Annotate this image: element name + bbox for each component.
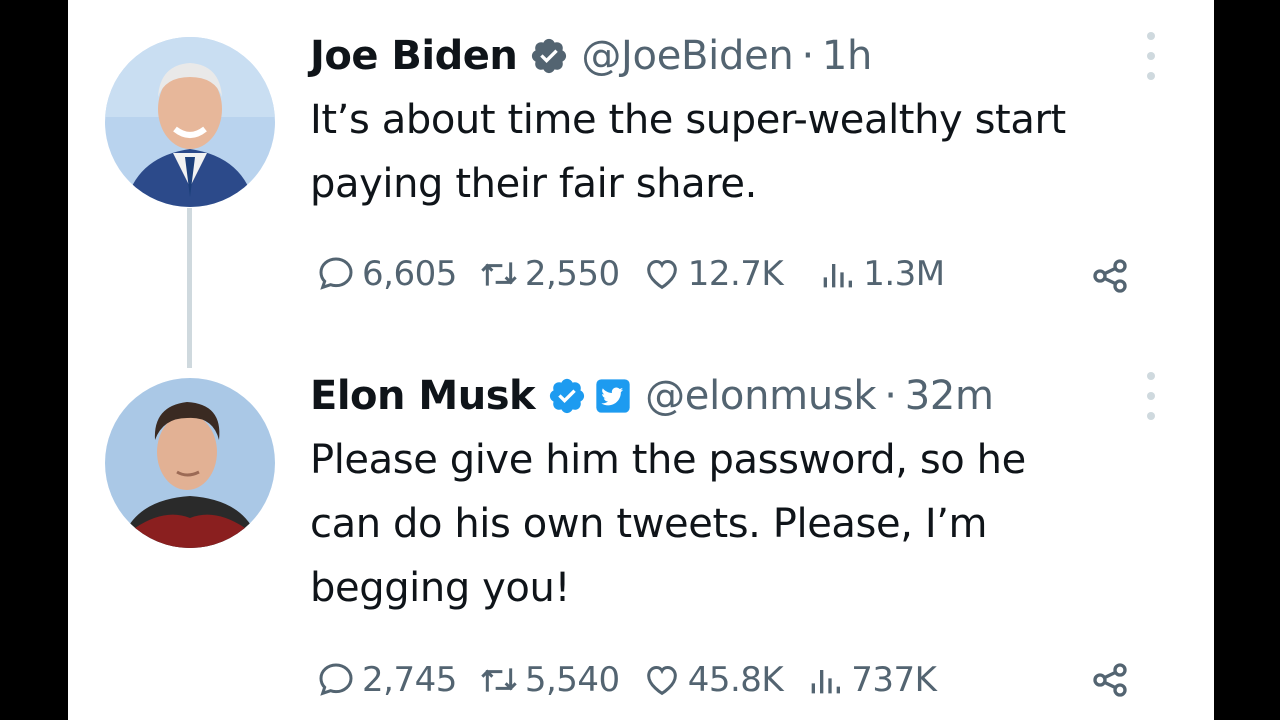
tweet-1[interactable]: Joe Biden @JoeBiden · 1h It’s about time… [310, 32, 1190, 216]
like-count: 12.7K [687, 254, 784, 294]
verified-icon [547, 376, 587, 416]
timestamp[interactable]: 32m [905, 373, 994, 419]
avatar-portrait-icon [105, 378, 275, 548]
like-count: 45.8K [687, 660, 784, 700]
share-icon [1093, 663, 1127, 697]
author-name[interactable]: Elon Musk [310, 373, 536, 419]
twitter-bird-badge-icon [593, 376, 633, 416]
tweet-text: It’s about time the super-wealthy start … [310, 88, 1190, 216]
thread-connector-line [187, 208, 192, 368]
retweet-button[interactable]: 5,540 [479, 660, 620, 700]
tweet-text-line: can do his own tweets. Please, I’m [310, 501, 988, 547]
share-button[interactable] [1090, 660, 1130, 700]
reply-icon [319, 663, 353, 696]
views-bar-chart-icon [823, 264, 853, 288]
author-handle[interactable]: @elonmusk [645, 373, 876, 419]
tweet-header: Elon Musk @elonmusk · 32m [310, 372, 1190, 420]
separator: · [884, 373, 897, 419]
share-icon [1093, 259, 1127, 293]
retweet-icon [481, 262, 517, 286]
tweet-actions: 2,745 5,540 45.8K 737K [316, 658, 958, 702]
more-options-icon[interactable] [1145, 372, 1157, 420]
author-name[interactable]: Joe Biden [310, 33, 518, 79]
avatar-joe-biden[interactable] [105, 37, 275, 207]
views-button[interactable]: 737K [805, 660, 937, 700]
heart-icon [646, 259, 677, 290]
verified-icon [529, 36, 569, 76]
reply-count: 2,745 [362, 660, 457, 700]
tweet-header: Joe Biden @JoeBiden · 1h [310, 32, 1190, 80]
avatar-elon-musk[interactable] [105, 378, 275, 548]
retweet-count: 2,550 [524, 254, 620, 294]
reply-button[interactable]: 2,745 [316, 660, 457, 700]
more-options-icon[interactable] [1145, 32, 1157, 80]
tweet-text: Please give him the password, so he can … [310, 428, 1190, 620]
retweet-icon [481, 668, 517, 692]
reply-count: 6,605 [362, 254, 457, 294]
tweet-text-line: It’s about time the super-wealthy start [310, 97, 1066, 143]
tweet-thread-panel: Joe Biden @JoeBiden · 1h It’s about time… [68, 0, 1214, 720]
views-bar-chart-icon [811, 670, 841, 694]
like-button[interactable]: 45.8K [642, 660, 784, 700]
like-button[interactable]: 12.7K [642, 254, 784, 294]
views-button[interactable]: 1.3M [817, 254, 945, 294]
timestamp[interactable]: 1h [822, 33, 873, 79]
retweet-button[interactable]: 2,550 [479, 254, 620, 294]
avatar-portrait-icon [105, 37, 275, 207]
view-count: 1.3M [863, 254, 945, 294]
heart-icon [646, 665, 677, 696]
separator: · [801, 33, 814, 79]
share-button[interactable] [1090, 256, 1130, 296]
retweet-count: 5,540 [524, 660, 620, 700]
tweet-text-line: begging you! [310, 565, 571, 611]
view-count: 737K [851, 660, 937, 700]
author-handle[interactable]: @JoeBiden [581, 33, 793, 79]
reply-icon [319, 257, 353, 290]
tweet-actions: 6,605 2,550 12.7K 1.3M [316, 252, 967, 296]
tweet-2[interactable]: Elon Musk @elonmusk · 32m Please give hi… [310, 372, 1190, 620]
tweet-text-line: paying their fair share. [310, 161, 757, 207]
reply-button[interactable]: 6,605 [316, 254, 457, 294]
tweet-text-line: Please give him the password, so he [310, 437, 1026, 483]
